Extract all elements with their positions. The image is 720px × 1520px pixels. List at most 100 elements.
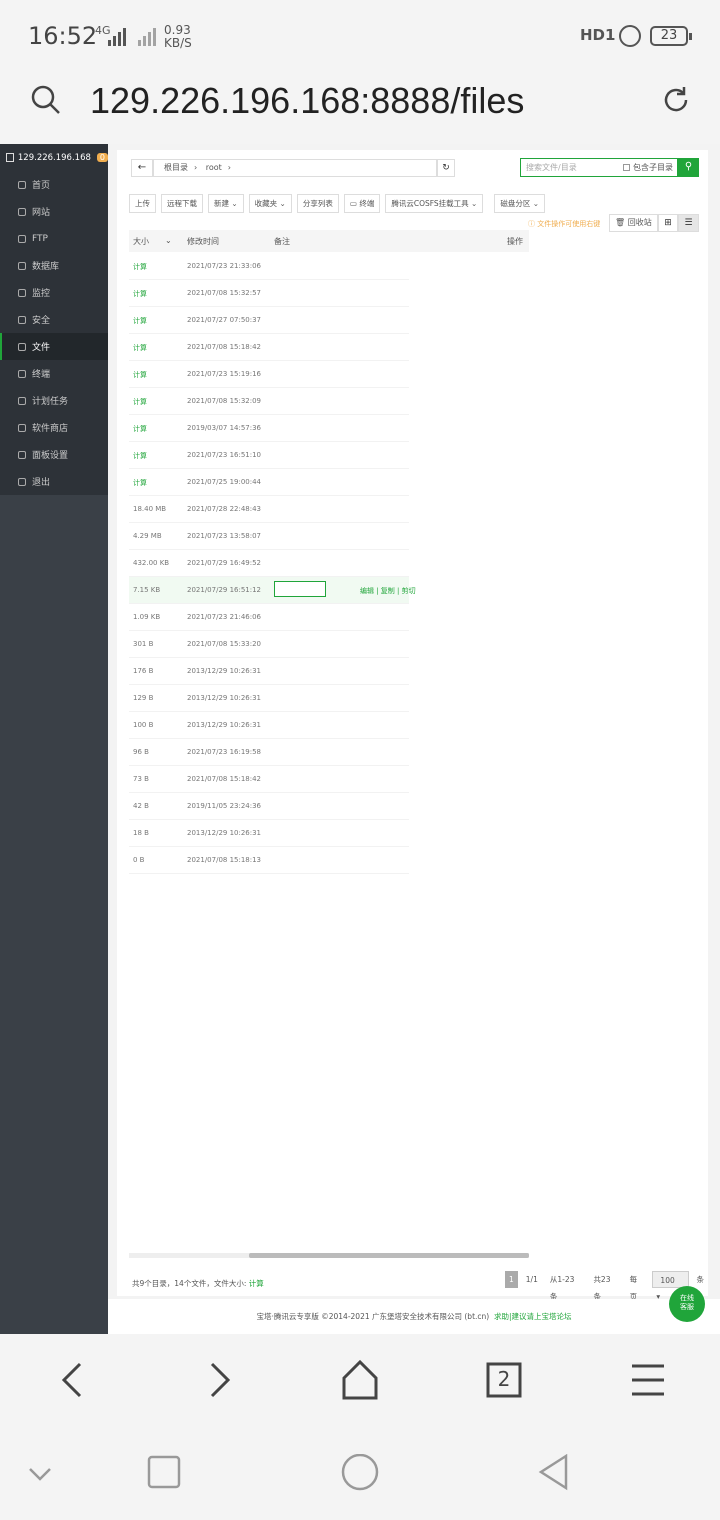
search-icon[interactable] [30,84,62,116]
menu-icon[interactable] [623,1358,673,1402]
sidebar-item-1[interactable]: 网站 [0,198,108,225]
cell-size[interactable]: 计算 [133,370,147,380]
table-row[interactable]: 计算 2021/07/23 15:19:16 [129,361,409,388]
table-row[interactable]: 18.40 MB 2021/07/28 22:48:43 [129,496,409,523]
table-row[interactable]: 18 B 2013/12/29 10:26:31 [129,820,409,847]
sidebar-item-10[interactable]: 面板设置 [0,441,108,468]
new-dropdown[interactable]: 新建 ⌄ [208,194,244,213]
table-row[interactable]: 176 B 2013/12/29 10:26:31 [129,658,409,685]
back-button[interactable]: ← [131,159,153,177]
row-actions[interactable]: 编辑 | 复制 | 剪切 [360,586,416,596]
collapse-icon[interactable] [20,1454,60,1492]
cell-size[interactable]: 计算 [133,424,147,434]
col-mtime[interactable]: 修改时间 [187,236,219,247]
checkbox-icon[interactable] [623,164,630,171]
sidebar-item-8[interactable]: 计划任务 [0,387,108,414]
cell-size[interactable]: 计算 [133,397,147,407]
sidebar-item-7[interactable]: 终端 [0,360,108,387]
url-field[interactable]: 129.226.196.168:8888/files [90,80,524,122]
table-row[interactable]: 100 B 2013/12/29 10:26:31 [129,712,409,739]
table-row[interactable]: 4.29 MB 2021/07/23 13:58:07 [129,523,409,550]
table-row[interactable]: 7.15 KB 2021/07/29 16:51:12 编辑 | 复制 | 剪切 [129,577,416,604]
cell-size[interactable]: 计算 [133,451,147,461]
disk-dropdown[interactable]: 磁盘分区 ⌄ [494,194,546,213]
recycle-bin-button[interactable]: 🗑 回收站 [609,214,658,232]
cell-size: 0 B [133,856,145,864]
note-input[interactable] [274,581,326,597]
chevron-down-icon[interactable]: ⌄ [165,236,172,245]
recents-icon[interactable] [144,1454,184,1492]
ftp-icon [18,234,26,243]
home-icon[interactable] [335,1358,385,1402]
table-row[interactable]: 计算 2021/07/08 15:32:57 [129,280,409,307]
sidebar-item-5[interactable]: 安全 [0,306,108,333]
sidebar-item-9[interactable]: 软件商店 [0,414,108,441]
cell-size[interactable]: 计算 [133,478,147,488]
cell-mtime: 2021/07/23 16:51:10 [187,451,262,459]
table-row[interactable]: 计算 2021/07/27 07:50:37 [129,307,409,334]
address-bar: 129.226.196.168:8888/files [0,72,720,144]
search-input[interactable]: 搜索文件/目录 包含子目录 [520,158,678,177]
tabs-button[interactable]: 2 [479,1358,529,1402]
horizontal-scrollbar[interactable] [129,1253,529,1258]
notification-badge[interactable]: 0 [96,153,108,162]
col-size[interactable]: 大小 [133,236,149,247]
cell-size[interactable]: 计算 [133,262,147,272]
favorites-dropdown[interactable]: 收藏夹 ⌄ [248,194,292,213]
sidebar-item-3[interactable]: 数据库 [0,252,108,279]
sidebar-item-4[interactable]: 监控 [0,279,108,306]
sidebar-item-label: 软件商店 [32,424,69,434]
search-button[interactable]: ⚲ [678,158,699,177]
table-row[interactable]: 计算 2019/03/07 14:57:36 [129,415,409,442]
table-row[interactable]: 42 B 2019/11/05 23:24:36 [129,793,409,820]
reload-icon[interactable] [660,84,692,116]
sidebar-item-6[interactable]: 文件 [0,333,108,360]
table-row[interactable]: 计算 2021/07/25 19:00:44 [129,469,409,496]
forum-link[interactable]: 求助|建议请上宝塔论坛 [494,1312,572,1321]
table-row[interactable]: 计算 2021/07/23 16:51:10 [129,442,409,469]
table-row[interactable]: 432.00 KB 2021/07/29 16:49:52 [129,550,409,577]
trash-icon: 🗑 [615,218,626,227]
cell-mtime: 2021/07/23 15:19:16 [187,370,262,378]
cell-mtime: 2021/07/23 21:33:06 [187,262,262,270]
cell-size[interactable]: 计算 [133,316,147,326]
cell-mtime: 2013/12/29 10:26:31 [187,694,262,702]
home-nav-icon[interactable] [340,1454,380,1492]
scrollbar-thumb[interactable] [249,1253,529,1258]
table-row[interactable]: 129 B 2013/12/29 10:26:31 [129,685,409,712]
sidebar-item-0[interactable]: 首页 [0,171,108,198]
include-subdir-checkbox[interactable]: 包含子目录 [623,159,673,176]
page-range: 从1-23条 [549,1275,575,1301]
upload-button[interactable]: 上传 [129,194,156,213]
table-row[interactable]: 计算 2021/07/08 15:18:42 [129,334,409,361]
grid-view-button[interactable]: ⊞ [658,214,678,232]
forward-icon[interactable] [192,1358,242,1402]
cell-size: 1.09 KB [133,613,161,621]
table-row[interactable]: 301 B 2021/07/08 15:33:20 [129,631,409,658]
cell-size: 129 B [133,694,154,702]
table-row[interactable]: 96 B 2021/07/23 16:19:58 [129,739,409,766]
sidebar-item-label: 计划任务 [32,397,69,407]
refresh-button[interactable]: ↻ [437,159,455,177]
calc-size-link[interactable]: 计算 [249,1279,264,1288]
cell-size[interactable]: 计算 [133,289,147,299]
list-view-button[interactable]: ☰ [678,214,699,232]
back-nav-icon[interactable] [536,1454,576,1492]
table-row[interactable]: 0 B 2021/07/08 15:18:13 [129,847,409,874]
table-row[interactable]: 1.09 KB 2021/07/23 21:46:06 [129,604,409,631]
sidebar-item-11[interactable]: 退出 [0,468,108,495]
page-current[interactable]: 1 [505,1271,518,1288]
sidebar-item-2[interactable]: FTP [0,225,108,252]
back-icon[interactable] [50,1358,100,1402]
breadcrumb-root[interactable]: 根目录 [164,163,188,172]
table-row[interactable]: 73 B 2021/07/08 15:18:42 [129,766,409,793]
share-list-button[interactable]: 分享列表 [296,194,339,213]
table-row[interactable]: 计算 2021/07/23 21:33:06 [129,253,409,280]
remote-download-button[interactable]: 远程下载 [161,194,203,213]
breadcrumb-current[interactable]: root [206,163,222,172]
table-row[interactable]: 计算 2021/07/08 15:32:09 [129,388,409,415]
terminal-button[interactable]: ▭ 终端 [343,194,381,213]
cell-size[interactable]: 计算 [133,343,147,353]
cosfs-dropdown[interactable]: 腾讯云COSFS挂载工具 ⌄ [385,194,484,213]
online-support-button[interactable]: 在线 客服 [669,1286,705,1322]
